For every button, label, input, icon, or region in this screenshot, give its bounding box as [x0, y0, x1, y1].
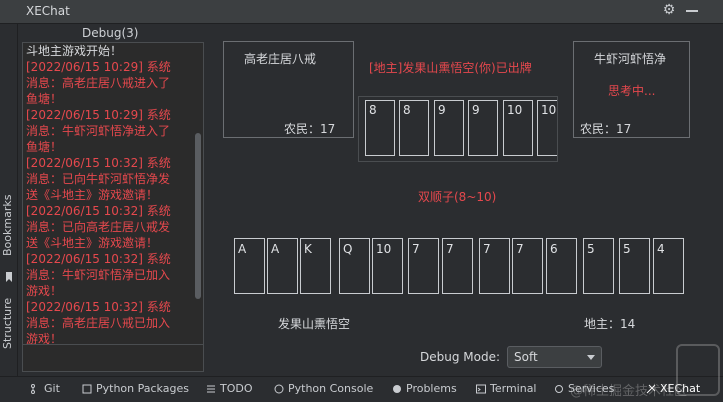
- window-title: XEChat: [26, 4, 70, 18]
- left-player-panel: 高老庄居八戒 农民：17: [223, 41, 354, 138]
- left-player-name: 高老庄居八戒: [244, 52, 317, 66]
- self-player-name: 发果山熏悟空: [278, 317, 351, 331]
- hand-card[interactable]: 7: [408, 238, 439, 294]
- right-player-status: 思考中...: [608, 84, 656, 98]
- structure-tab[interactable]: Structure: [1, 298, 14, 349]
- chat-line: 消息：高老庄居八戒已加入: [26, 316, 171, 330]
- chat-scrollbar[interactable]: [195, 133, 201, 299]
- played-card: 8: [399, 100, 429, 156]
- hand-card[interactable]: 7: [442, 238, 473, 294]
- right-player-name: 牛虾河虾悟净: [594, 52, 667, 66]
- chat-line: 消息：已向高老庄居八戒发: [26, 220, 171, 234]
- played-card: 10: [537, 100, 557, 156]
- tab-problems[interactable]: Problems: [406, 382, 457, 395]
- debug-mode-select[interactable]: Soft: [507, 346, 602, 368]
- hand-card[interactable]: 10: [372, 238, 403, 294]
- right-player-role: 农民：17: [580, 122, 632, 136]
- chat-line: [2022/06/15 10:32] 系统: [26, 204, 171, 218]
- tab-git[interactable]: Git: [44, 382, 60, 395]
- left-tool-strip: Bookmarks Structure: [0, 24, 18, 376]
- hand-card[interactable]: 4: [653, 238, 684, 294]
- hand-card[interactable]: A: [234, 238, 265, 294]
- bookmark-icon: [6, 272, 12, 282]
- played-card: 9: [468, 100, 498, 156]
- chat-log[interactable]: 斗地主游戏开始！ [2022/06/15 10:29] 系统 消息：高老庄居八戒…: [22, 42, 204, 360]
- chevron-down-icon: [587, 355, 595, 360]
- bookmarks-tab[interactable]: Bookmarks: [1, 195, 14, 256]
- self-player-role: 地主：14: [584, 317, 636, 331]
- tab-todo[interactable]: TODO: [220, 382, 253, 395]
- hand-card[interactable]: 7: [512, 238, 543, 294]
- chat-line: 鱼塘！: [26, 92, 63, 106]
- hand-card[interactable]: K: [300, 238, 331, 294]
- chat-line: [2022/06/15 10:32] 系统: [26, 156, 171, 170]
- chat-line: [2022/06/15 10:32] 系统: [26, 252, 171, 266]
- chat-input[interactable]: [22, 344, 204, 372]
- chat-line: [2022/06/15 10:29] 系统: [26, 60, 171, 74]
- tab-python-console[interactable]: Python Console: [288, 382, 373, 395]
- services-icon: [555, 385, 563, 393]
- last-play-message: [地主]发果山熏悟空(你)已出牌: [369, 61, 532, 75]
- chat-line: 送《斗地主》游戏邀请！: [26, 236, 159, 250]
- chat-line: 消息：高老庄居八戒进入了: [26, 76, 171, 90]
- played-card: 8: [365, 100, 395, 156]
- git-branch-icon: [31, 384, 35, 394]
- hand-card[interactable]: 7: [479, 238, 510, 294]
- chat-line: 游戏！: [26, 284, 63, 298]
- hand-card[interactable]: 5: [583, 238, 614, 294]
- right-player-panel: 牛虾河虾悟净 思考中... 农民：17: [573, 41, 690, 138]
- chat-line: 送《斗地主》游戏邀请！: [26, 188, 159, 202]
- tab-terminal[interactable]: Terminal: [490, 382, 537, 395]
- problems-icon: [393, 385, 401, 393]
- hand-card[interactable]: A: [267, 238, 298, 294]
- chat-line: 斗地主游戏开始！: [26, 44, 123, 58]
- debug-mode-label: Debug Mode:: [420, 350, 501, 364]
- chat-panel: Debug(3) 斗地主游戏开始！ [2022/06/15 10:29] 系统 …: [20, 24, 206, 376]
- played-card: 9: [434, 100, 464, 156]
- gear-icon[interactable]: ⚙: [660, 2, 678, 20]
- chat-line: 鱼塘！: [26, 140, 63, 154]
- hand-type-label: 双顺子(8~10): [418, 190, 497, 204]
- chat-line: 消息：已向牛虾河虾悟净发: [26, 172, 171, 186]
- chat-line: [2022/06/15 10:29] 系统: [26, 108, 171, 122]
- packages-icon: [82, 384, 92, 394]
- minimize-icon[interactable]: [686, 10, 698, 12]
- todo-list-icon: [207, 385, 215, 393]
- played-card: 10: [503, 100, 533, 156]
- hand-card[interactable]: 6: [546, 238, 577, 294]
- chat-line: 消息：牛虾河虾悟净进入了: [26, 124, 171, 138]
- python-console-icon: [274, 384, 284, 394]
- left-player-role: 农民：17: [284, 122, 336, 136]
- debug-mode-value: Soft: [514, 350, 538, 364]
- game-area: 高老庄居八戒 农民：17 [地主]发果山熏悟空(你)已出牌 牛虾河虾悟净 思考中…: [208, 24, 723, 376]
- chat-line: [2022/06/15 10:32] 系统: [26, 300, 171, 314]
- watermark-seal: [676, 344, 720, 396]
- watermark-text: @稀土掘金技术社区: [570, 384, 688, 399]
- hand-card[interactable]: 5: [619, 238, 650, 294]
- played-cards-area: 8 8 9 9 10 10: [358, 96, 558, 162]
- hand-card[interactable]: Q: [339, 238, 370, 294]
- tab-debug[interactable]: Debug(3): [82, 26, 138, 40]
- chat-line: 消息：牛虾河虾悟净已加入: [26, 268, 171, 282]
- terminal-icon: [476, 384, 486, 394]
- tab-python-packages[interactable]: Python Packages: [96, 382, 189, 395]
- tool-window-header: XEChat ⚙: [0, 0, 723, 24]
